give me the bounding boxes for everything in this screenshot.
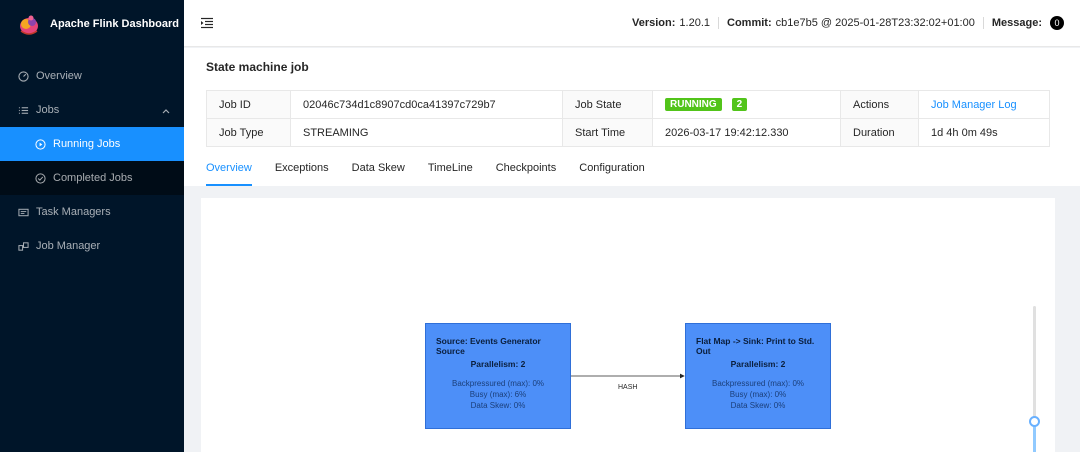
node-busy: Busy (max): 0% (729, 390, 787, 399)
actions-cell: Job Manager Log (918, 90, 1050, 119)
top-header: Version: 1.20.1 Commit: cb1e7b5 @ 2025-0… (184, 0, 1080, 47)
node-metrics: Backpressured (max): 0% Busy (max): 6% D… (436, 378, 560, 411)
job-manager-log-link[interactable]: Job Manager Log (931, 99, 1017, 111)
node-metrics: Backpressured (max): 0% Busy (max): 0% D… (696, 378, 820, 411)
graph-edge (571, 373, 685, 379)
version-info: Version: 1.20.1 (632, 17, 710, 29)
version-value: 1.20.1 (679, 17, 710, 29)
sidebar-item-task-managers[interactable]: Task Managers (0, 195, 184, 229)
divider (718, 17, 719, 29)
job-type-value: STREAMING (290, 118, 563, 147)
sidebar: Apache Flink Dashboard Overview Jobs Run… (0, 0, 184, 452)
job-type-label: Job Type (206, 118, 291, 147)
node-data-skew: Data Skew: 0% (730, 401, 786, 410)
sidebar-item-label: Overview (36, 70, 82, 82)
job-graph-canvas[interactable]: HASH Source: Events Generator Source Par… (201, 198, 1055, 452)
status-badge: RUNNING (665, 98, 722, 111)
sidebar-item-label: Running Jobs (53, 138, 121, 150)
brand-title: Apache Flink Dashboard (50, 18, 179, 30)
flink-logo-icon (20, 15, 38, 35)
job-id-value: 02046c734d1c8907cd0ca41397c729b7 (290, 90, 563, 119)
tab-overview[interactable]: Overview (206, 160, 252, 186)
list-icon (17, 104, 29, 116)
commit-value: cb1e7b5 @ 2025-01-28T23:32:02+01:00 (775, 17, 975, 29)
check-circle-icon (34, 172, 46, 184)
divider (982, 17, 984, 29)
menu-fold-icon[interactable] (200, 17, 214, 29)
tab-configuration[interactable]: Configuration (579, 160, 644, 186)
tab-exceptions[interactable]: Exceptions (275, 160, 329, 186)
message-label: Message: (991, 17, 1042, 29)
duration-label: Duration (840, 118, 919, 147)
message-info[interactable]: Message: 0 (992, 16, 1064, 30)
brand[interactable]: Apache Flink Dashboard (0, 0, 184, 48)
start-time-label: Start Time (562, 118, 653, 147)
job-summary-panel: State machine job Job ID 02046c734d1c890… (184, 48, 1080, 186)
graph-node-source[interactable]: Source: Events Generator Source Parallel… (425, 323, 571, 429)
tab-timeline[interactable]: TimeLine (428, 160, 473, 186)
table-row: Job Type STREAMING Start Time 2026-03-17… (206, 118, 1050, 147)
node-parallelism: Parallelism: 2 (470, 359, 526, 369)
job-tabs: Overview Exceptions Data Skew TimeLine C… (206, 160, 668, 186)
version-label: Version: (632, 17, 676, 29)
actions-label: Actions (840, 90, 919, 119)
commit-label: Commit: (727, 17, 772, 29)
job-state-cell: RUNNING 2 (652, 90, 841, 119)
job-state-label: Job State (562, 90, 653, 119)
node-data-skew: Data Skew: 0% (470, 401, 526, 410)
sidebar-item-job-manager[interactable]: Job Manager (0, 229, 184, 263)
node-backpressure: Backpressured (max): 0% (711, 379, 805, 388)
tab-data-skew[interactable]: Data Skew (352, 160, 405, 186)
node-parallelism: Parallelism: 2 (730, 359, 786, 369)
edge-label: HASH (618, 384, 638, 391)
task-managers-icon (17, 206, 29, 218)
page-title: State machine job (206, 60, 309, 74)
node-title: Source: Events Generator Source (436, 336, 541, 356)
sidebar-menu: Overview Jobs Running Jobs Completed Job… (0, 59, 184, 263)
sidebar-item-label: Task Managers (36, 206, 111, 218)
dashboard-icon (17, 70, 29, 82)
node-busy: Busy (max): 6% (469, 390, 527, 399)
chevron-up-icon (162, 105, 170, 117)
table-row: Job ID 02046c734d1c8907cd0ca41397c729b7 … (206, 90, 1050, 119)
sidebar-item-label: Job Manager (36, 240, 101, 252)
message-count-badge[interactable]: 0 (1050, 16, 1064, 30)
sidebar-item-label: Jobs (36, 104, 60, 116)
sidebar-item-jobs[interactable]: Jobs (0, 93, 184, 127)
commit-info: Commit: cb1e7b5 @ 2025-01-28T23:32:02+01… (727, 17, 975, 29)
sidebar-item-overview[interactable]: Overview (0, 59, 184, 93)
sidebar-item-running-jobs[interactable]: Running Jobs (0, 127, 184, 161)
header-info: Version: 1.20.1 Commit: cb1e7b5 @ 2025-0… (632, 16, 1080, 30)
cluster-icon (17, 240, 29, 252)
duration-value: 1d 4h 0m 49s (918, 118, 1050, 147)
status-count-badge: 2 (731, 98, 748, 111)
graph-node-sink[interactable]: Flat Map -> Sink: Print to Std. Out Para… (685, 323, 831, 429)
play-circle-icon (34, 138, 46, 150)
sidebar-item-completed-jobs[interactable]: Completed Jobs (0, 161, 184, 195)
node-title: Flat Map -> Sink: Print to Std. Out (696, 336, 815, 356)
zoom-slider-handle[interactable] (1029, 416, 1040, 427)
job-id-label: Job ID (206, 90, 291, 119)
sidebar-item-label: Completed Jobs (53, 172, 133, 184)
tab-checkpoints[interactable]: Checkpoints (496, 160, 557, 186)
job-info-table: Job ID 02046c734d1c8907cd0ca41397c729b7 … (206, 90, 1050, 147)
start-time-value: 2026-03-17 19:42:12.330 (652, 118, 841, 147)
node-backpressure: Backpressured (max): 0% (451, 379, 545, 388)
